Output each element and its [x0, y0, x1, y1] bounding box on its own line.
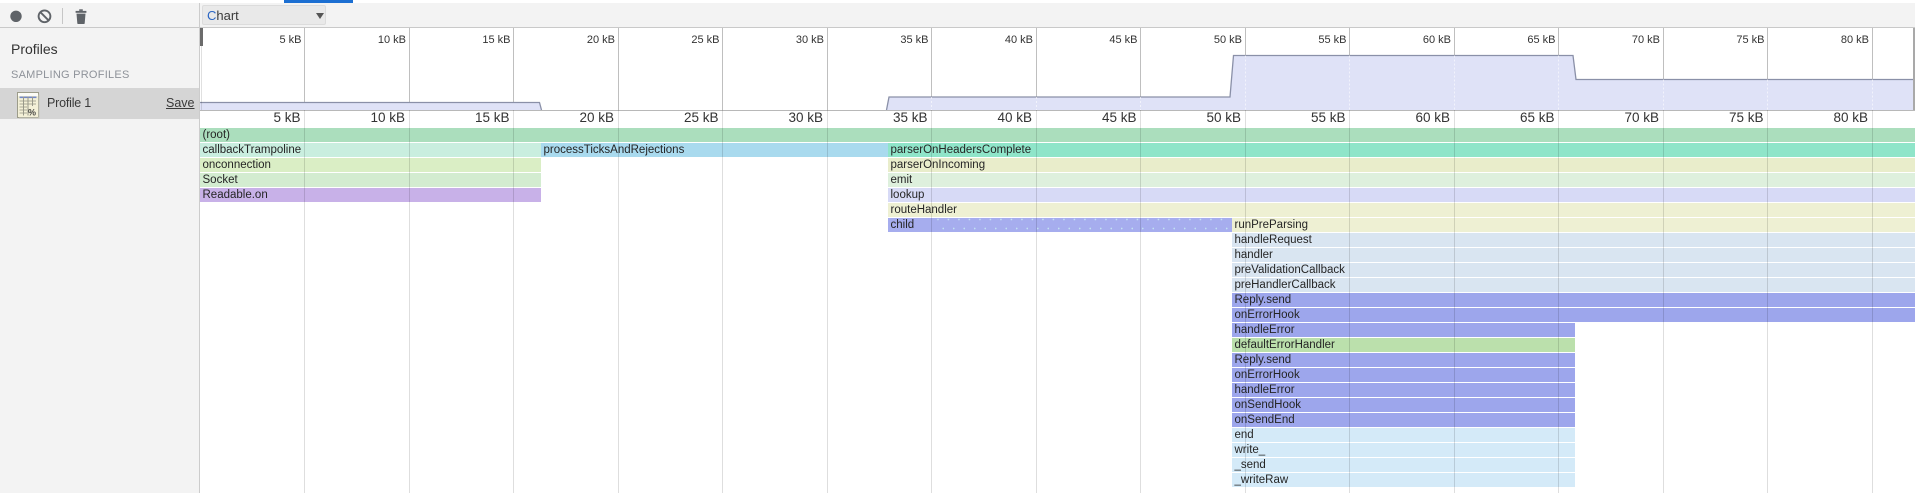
svg-text:%: %	[28, 108, 36, 118]
